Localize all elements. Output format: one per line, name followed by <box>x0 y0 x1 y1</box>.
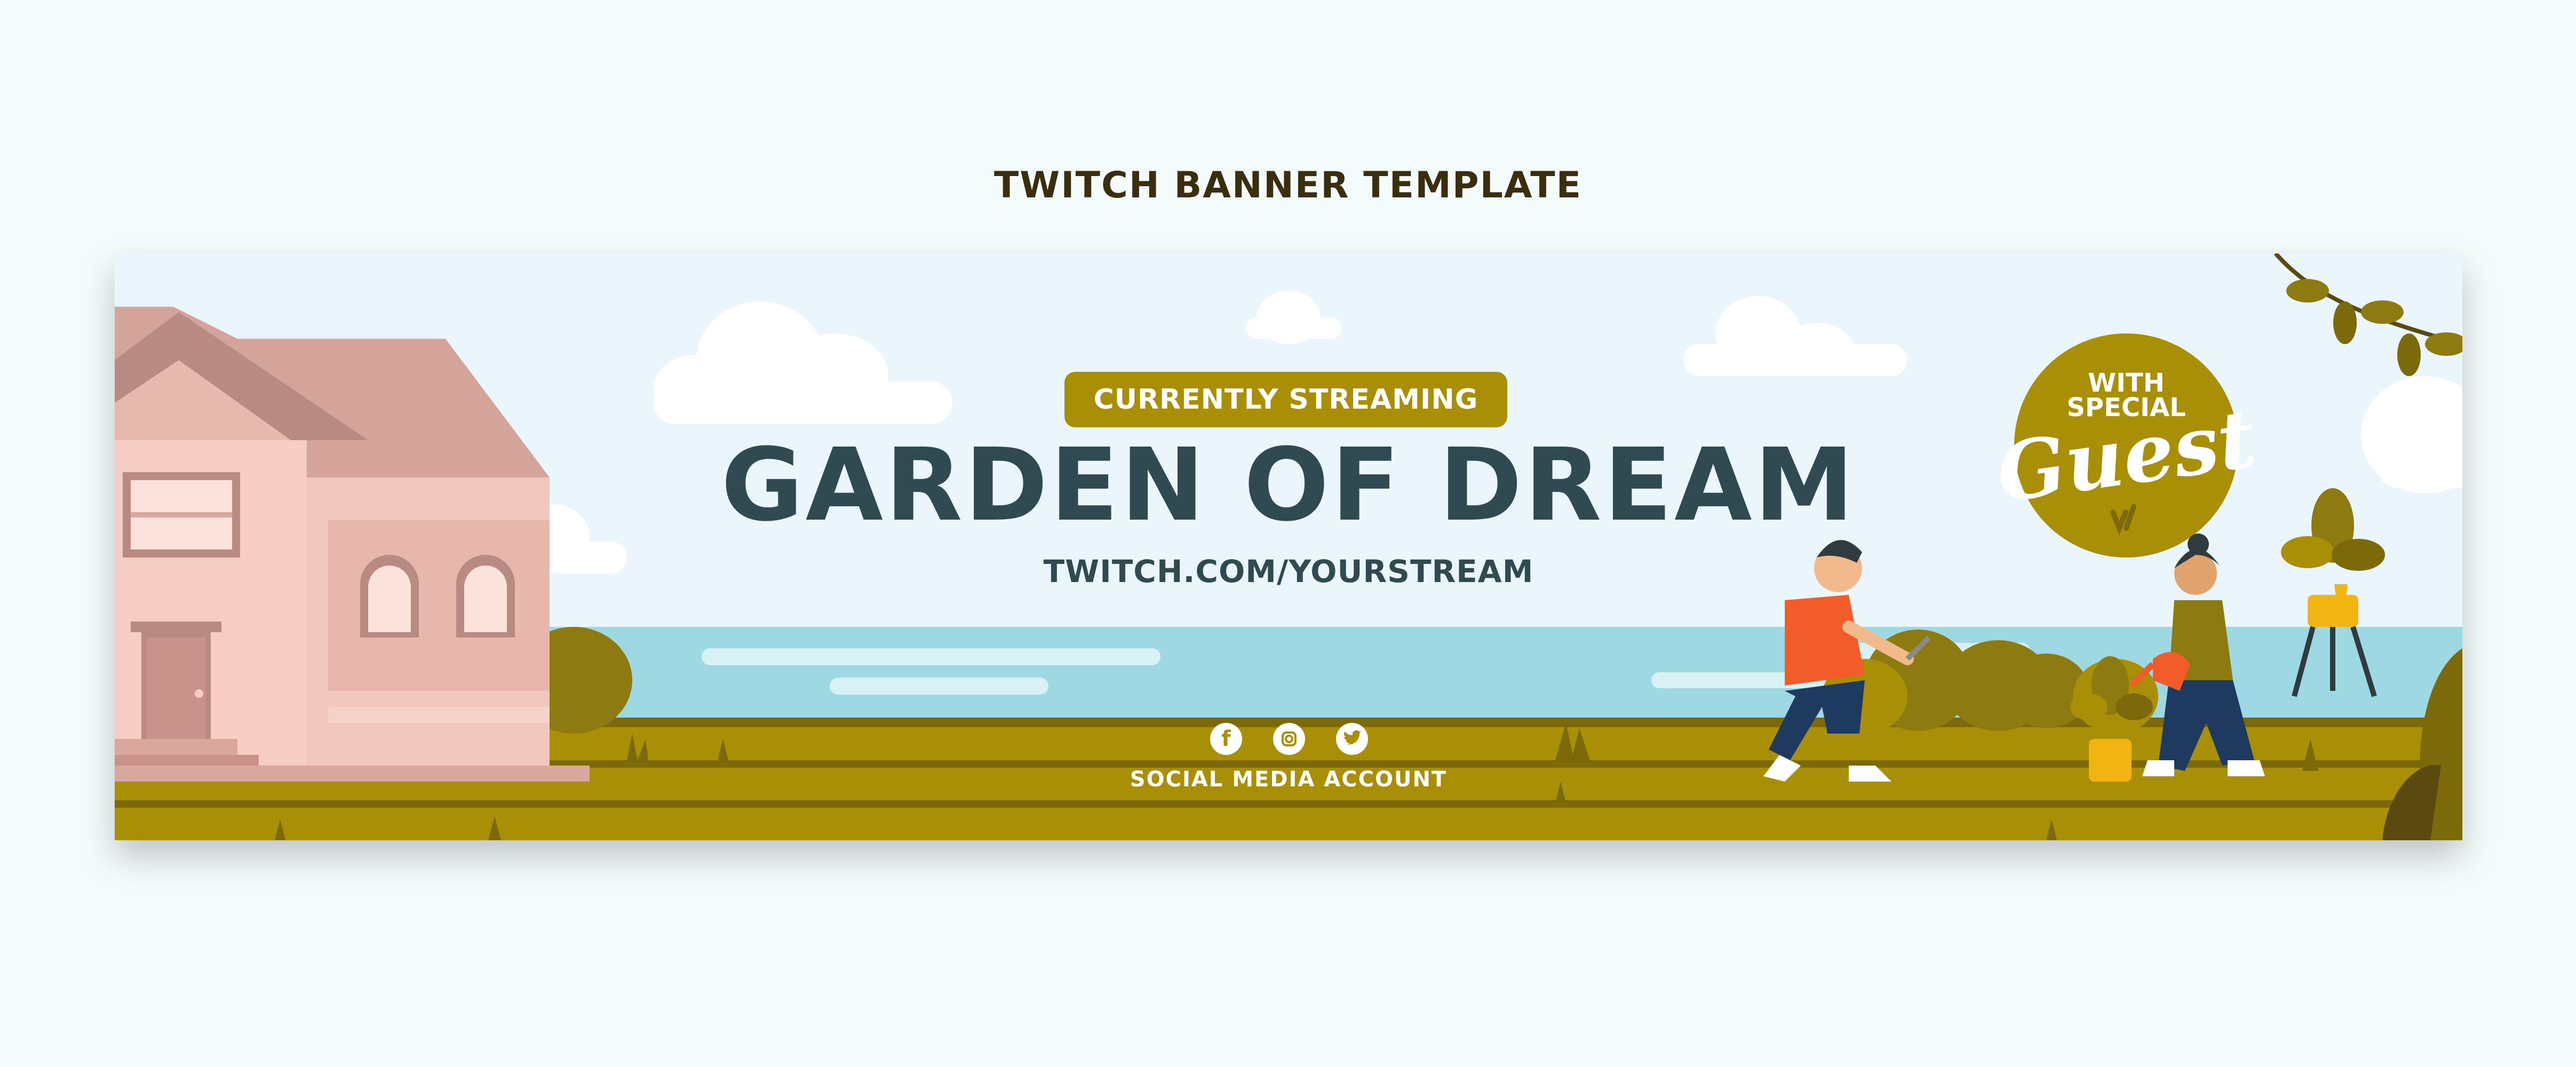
page-title: TWITCH BANNER TEMPLATE <box>993 164 1583 206</box>
instagram-icon[interactable] <box>1273 723 1305 755</box>
badge-line-1: WITH <box>2088 368 2165 398</box>
facebook-icon[interactable]: f <box>1210 723 1242 755</box>
social-media-label: SOCIAL MEDIA ACCOUNT <box>1130 767 1448 792</box>
currently-streaming-badge: CURRENTLY STREAMING <box>1064 372 1507 427</box>
social-icons: f <box>1210 723 1368 761</box>
stream-url: TWITCH.COM/YOURSTREAM <box>1043 553 1534 590</box>
twitch-banner: CURRENTLY STREAMING GARDEN OF DREAM TWIT… <box>115 253 2462 840</box>
twitter-icon[interactable] <box>1336 723 1368 755</box>
